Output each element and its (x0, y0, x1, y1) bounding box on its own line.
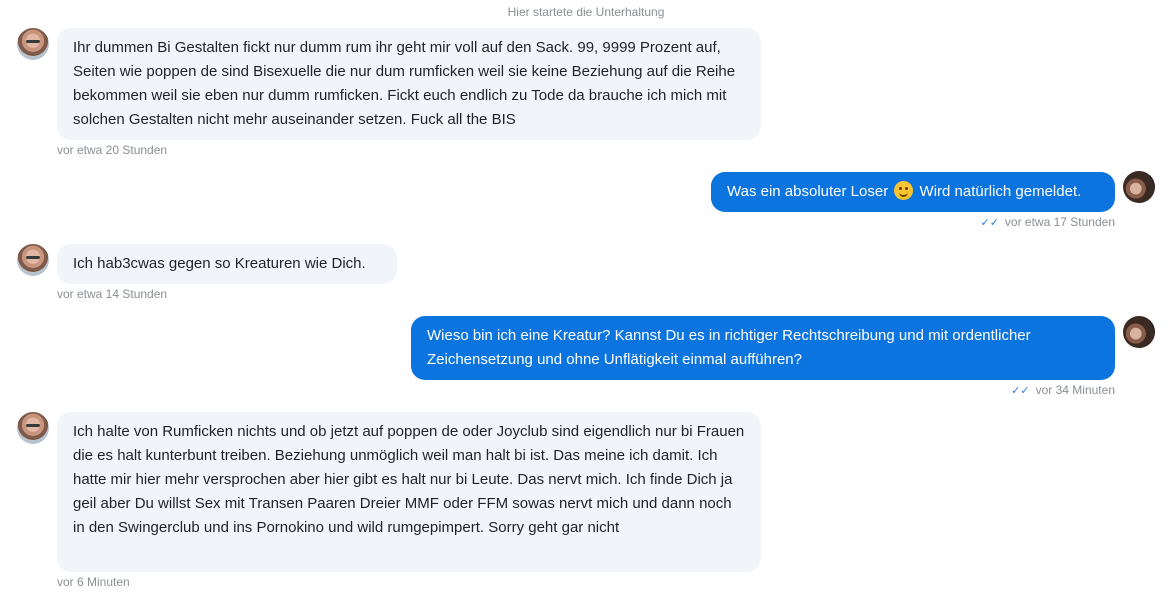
message-text: Ihr dummen Bi Gestalten fickt nur dumm r… (73, 39, 736, 128)
chat-thread: Hier startete die Unterhaltung Ihr dumme… (0, 0, 1168, 594)
own-avatar[interactable] (1123, 171, 1155, 203)
outgoing-message-bubble: Was ein absoluter Loser Wird natürlich g… (711, 172, 1115, 212)
incoming-message-bubble: Ich hab3cwas gegen so Kreaturen wie Dich… (57, 244, 397, 284)
message-text: Ich hab3cwas gegen so Kreaturen wie Dich… (73, 255, 366, 272)
conversation-start-label: Hier startete die Unterhaltung (507, 5, 665, 19)
double-check-icon: ✓✓ (980, 217, 999, 229)
message-text: Wieso bin ich eine Kreatur? Kannst Du es… (427, 327, 1031, 368)
message-timestamp: vor 34 Minuten (1035, 383, 1115, 397)
double-check-icon: ✓✓ (1011, 385, 1030, 397)
message-timestamp: vor etwa 14 Stunden (57, 287, 168, 301)
message-text-part1: Was ein absoluter Loser (727, 183, 889, 200)
message-timestamp: vor 6 Minuten (57, 575, 130, 589)
sender-avatar[interactable] (17, 412, 49, 444)
sender-avatar[interactable] (17, 244, 49, 276)
sender-avatar[interactable] (17, 28, 49, 60)
message-meta: ✓✓ vor 34 Minuten (1011, 383, 1115, 397)
message-text: Ich halte von Rumficken nichts und ob je… (73, 423, 745, 536)
message-timestamp: vor etwa 20 Stunden (57, 143, 168, 157)
message-meta: ✓✓ vor etwa 17 Stunden (980, 215, 1115, 229)
message-text-part2: Wird natürlich gemeldet. (919, 183, 1082, 200)
message-timestamp: vor etwa 17 Stunden (1004, 215, 1115, 229)
winking-face-emoji-icon (894, 181, 914, 200)
outgoing-message-bubble: Wieso bin ich eine Kreatur? Kannst Du es… (411, 316, 1115, 380)
incoming-message-bubble: Ich halte von Rumficken nichts und ob je… (57, 412, 761, 572)
incoming-message-bubble: Ihr dummen Bi Gestalten fickt nur dumm r… (57, 28, 761, 140)
own-avatar[interactable] (1123, 316, 1155, 348)
